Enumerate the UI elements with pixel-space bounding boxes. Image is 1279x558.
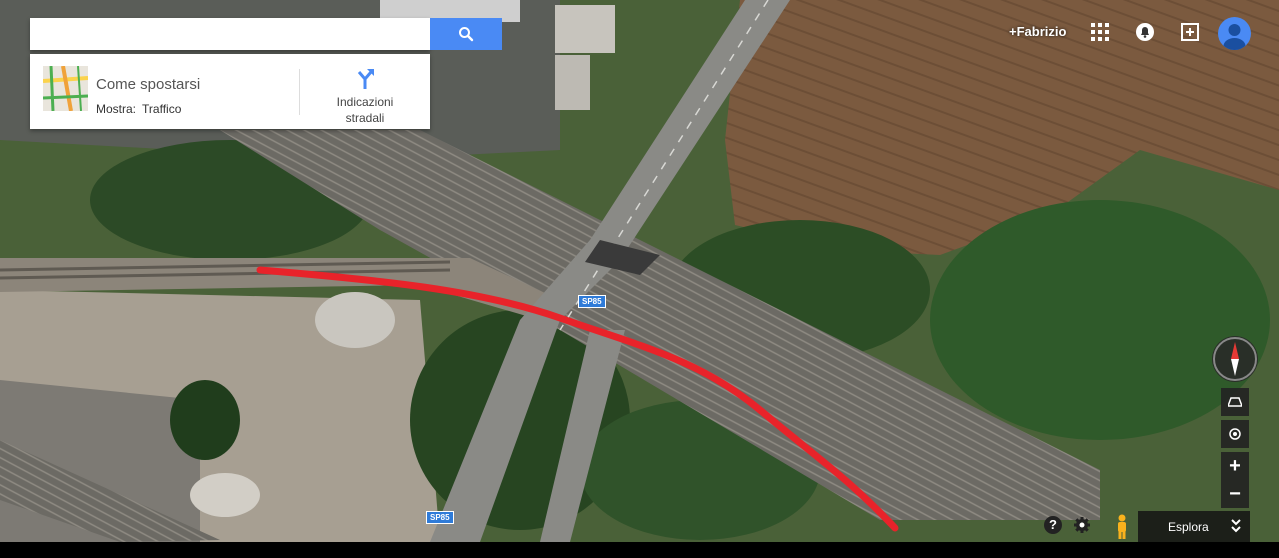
traffic-map-thumbnail[interactable]: [43, 66, 88, 111]
directions-icon: [357, 69, 374, 89]
compass-icon[interactable]: [1212, 336, 1258, 382]
search-icon: [459, 27, 474, 42]
explore-label: Esplora: [1168, 520, 1209, 534]
help-icon[interactable]: ?: [1044, 516, 1062, 534]
tilt-icon[interactable]: [1221, 388, 1249, 416]
bottom-bar: [0, 542, 1279, 558]
road-label-sp85: SP85: [578, 295, 606, 308]
road-label-sp85: SP85: [426, 511, 454, 524]
transit-card: Come spostarsi Mostra: Traffico Indicazio…: [30, 54, 430, 129]
directions-button[interactable]: Indicazioni stradali: [300, 54, 430, 129]
traffic-map-icon: [43, 66, 88, 111]
traffic-link[interactable]: Traffico: [142, 102, 181, 116]
notification-bell-icon[interactable]: [1135, 22, 1155, 42]
search-button[interactable]: [430, 18, 502, 50]
show-layer: Mostra: Traffico: [96, 102, 181, 116]
search-input[interactable]: [30, 18, 430, 50]
pegman-icon[interactable]: [1106, 512, 1138, 540]
directions-label-line1: Indicazioni: [336, 95, 394, 109]
zoom-out-button[interactable]: −: [1221, 480, 1249, 508]
apps-grid-icon[interactable]: [1090, 22, 1110, 42]
gear-icon[interactable]: [1073, 516, 1091, 534]
avatar-icon[interactable]: [1218, 17, 1251, 50]
card-title: Come spostarsi: [96, 76, 201, 93]
directions-label: Indicazioni stradali: [300, 94, 430, 126]
share-plus-icon[interactable]: [1180, 22, 1200, 42]
chevron-down-icon: [1231, 519, 1241, 533]
directions-label-line2: stradali: [345, 111, 385, 125]
show-label: Mostra:: [96, 102, 137, 116]
zoom-in-button[interactable]: +: [1221, 452, 1249, 480]
my-location-icon[interactable]: [1221, 420, 1249, 448]
explore-bar[interactable]: Esplora: [1138, 511, 1250, 542]
user-profile-link[interactable]: +Fabrizio: [1009, 24, 1066, 39]
